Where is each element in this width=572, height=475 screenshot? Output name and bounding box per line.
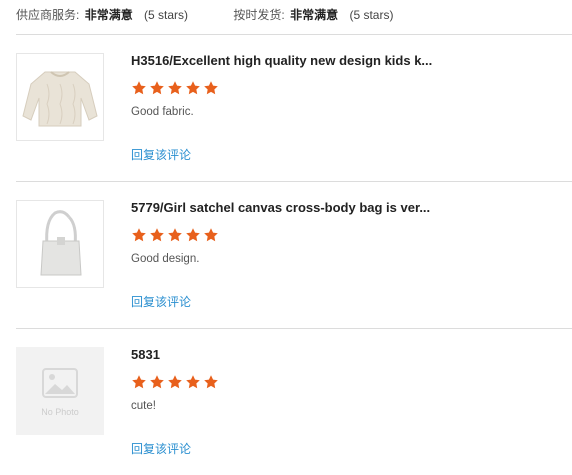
star-rating [131,227,219,245]
review-item: 5779/Girl satchel canvas cross-body bag … [16,182,572,328]
star-icon [132,375,146,389]
star-icon [186,375,200,389]
delivery-stars: (5 stars) [349,8,394,22]
product-thumbnail[interactable] [16,200,104,288]
star-icon [150,81,164,95]
product-thumbnail[interactable] [16,53,104,141]
star-icon [168,375,182,389]
reply-link[interactable]: 回复该评论 [131,146,191,163]
review-item: No Photo 5831 cute! 回复该评论 [16,329,572,475]
star-icon [204,228,218,242]
no-photo-text: No Photo [41,407,79,417]
star-rating [131,374,219,392]
reply-link[interactable]: 回复该评论 [131,293,191,310]
rating-summary: 供应商服务: 非常满意 (5 stars) 按时发货: 非常满意 (5 star… [16,6,435,24]
review-comment: Good design. [131,253,200,265]
star-rating [131,80,219,98]
supplier-service-value: 非常满意 [84,8,133,22]
review-comment: cute! [131,400,156,412]
delivery-label: 按时发货: [233,8,285,22]
star-icon [204,81,218,95]
delivery-value: 非常满意 [290,8,339,22]
star-icon [132,228,146,242]
product-title[interactable]: H3516/Excellent high quality new design … [131,53,451,68]
bag-image [17,201,103,287]
product-title[interactable]: 5779/Girl satchel canvas cross-body bag … [131,200,451,215]
sweater-image [17,54,103,140]
delivery-rating: 按时发货: 非常满意 (5 stars) [233,8,393,22]
no-photo-placeholder: No Photo [16,347,104,435]
star-icon [150,375,164,389]
star-icon [168,228,182,242]
star-icon [168,81,182,95]
star-icon [186,81,200,95]
product-thumbnail[interactable]: No Photo [16,347,104,435]
star-icon [186,228,200,242]
supplier-service-rating: 供应商服务: 非常满意 (5 stars) [16,8,191,22]
product-title[interactable]: 5831 [131,347,451,362]
star-icon [132,81,146,95]
star-icon [204,375,218,389]
review-item: H3516/Excellent high quality new design … [16,35,572,181]
review-comment: Good fabric. [131,106,194,118]
star-icon [150,228,164,242]
reply-link[interactable]: 回复该评论 [131,440,191,457]
supplier-service-stars: (5 stars) [144,8,189,22]
supplier-service-label: 供应商服务: [16,8,80,22]
